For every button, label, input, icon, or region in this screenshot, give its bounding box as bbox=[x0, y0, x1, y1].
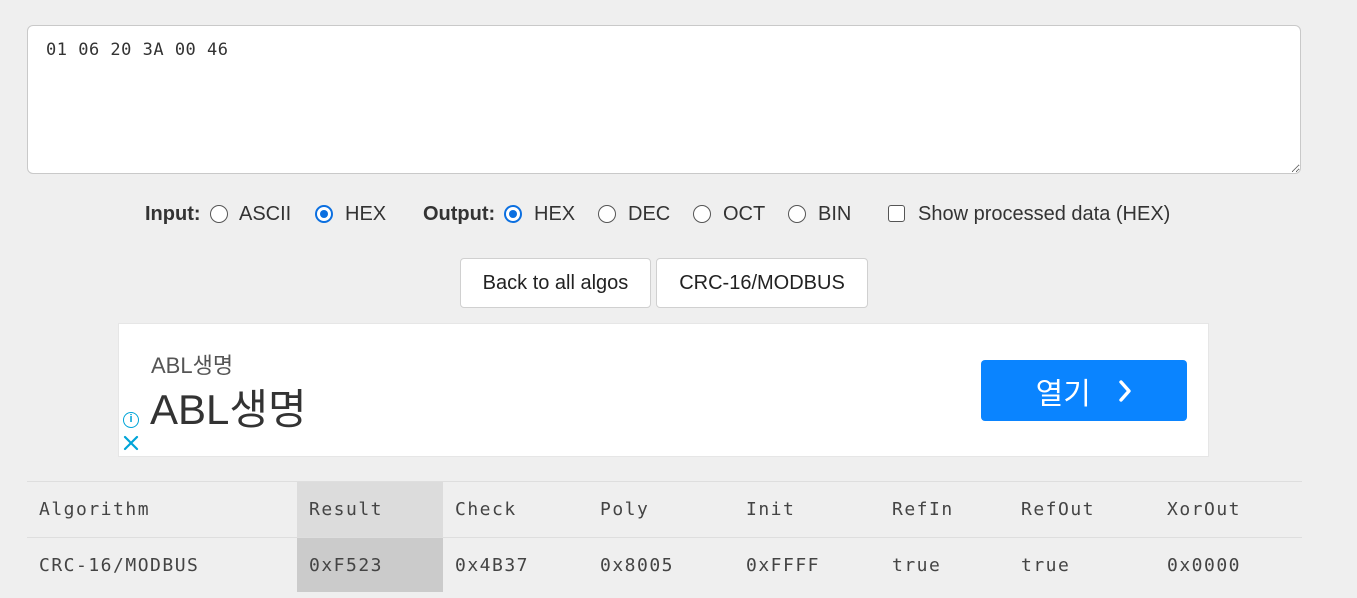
cell-check: 0x4B37 bbox=[455, 554, 530, 576]
input-hex-label[interactable]: HEX bbox=[345, 198, 386, 230]
input-hex-radio[interactable] bbox=[315, 205, 333, 223]
table-header-row: Algorithm Result Check Poly Init RefIn R… bbox=[27, 481, 1302, 538]
results-table: Algorithm Result Check Poly Init RefIn R… bbox=[27, 481, 1302, 592]
header-refout: RefOut bbox=[1009, 481, 1155, 538]
crc-calculator-page: 01 06 20 3A 00 46 Input: ASCII HEX Outpu… bbox=[0, 0, 1357, 598]
header-xorout: XorOut bbox=[1155, 481, 1302, 538]
format-options: Input: ASCII HEX Output: HEX DEC OCT BIN… bbox=[0, 198, 1357, 230]
algorithm-button[interactable]: CRC-16/MODBUS bbox=[656, 258, 868, 308]
header-algorithm: Algorithm bbox=[27, 481, 297, 538]
output-oct-radio[interactable] bbox=[693, 205, 711, 223]
table-row: CRC-16/MODBUS 0xF523 0x4B37 0x8005 0xFFF… bbox=[27, 537, 1302, 592]
output-bin-radio[interactable] bbox=[788, 205, 806, 223]
cell-xorout: 0x0000 bbox=[1167, 554, 1242, 576]
output-dec-label[interactable]: DEC bbox=[628, 198, 670, 230]
input-ascii-radio[interactable] bbox=[210, 205, 228, 223]
header-poly: Poly bbox=[588, 481, 734, 538]
cell-poly: 0x8005 bbox=[600, 554, 675, 576]
ad-banner[interactable]: ABL생명 ABL생명 i 열기 bbox=[118, 323, 1209, 457]
show-processed-label[interactable]: Show processed data (HEX) bbox=[918, 198, 1170, 230]
header-init: Init bbox=[734, 481, 880, 538]
output-bin-label[interactable]: BIN bbox=[818, 198, 851, 230]
show-processed-checkbox[interactable] bbox=[888, 205, 905, 222]
output-dec-radio[interactable] bbox=[598, 205, 616, 223]
cell-algorithm: CRC-16/MODBUS bbox=[39, 554, 200, 576]
cell-result: 0xF523 bbox=[297, 537, 443, 592]
data-input[interactable]: 01 06 20 3A 00 46 bbox=[27, 25, 1301, 174]
ad-open-button[interactable]: 열기 bbox=[981, 360, 1187, 421]
close-icon[interactable] bbox=[123, 435, 139, 451]
cell-refout: true bbox=[1021, 554, 1071, 576]
back-to-all-algos-button[interactable]: Back to all algos bbox=[460, 258, 651, 308]
ad-open-label: 열기 bbox=[1035, 376, 1091, 412]
header-check: Check bbox=[443, 481, 588, 538]
ad-title: ABL생명 bbox=[150, 386, 307, 433]
header-result: Result bbox=[297, 481, 443, 538]
input-format-label: Input: bbox=[145, 203, 201, 225]
cell-init: 0xFFFF bbox=[746, 554, 821, 576]
output-hex-label[interactable]: HEX bbox=[534, 198, 575, 230]
output-hex-radio[interactable] bbox=[504, 205, 522, 223]
header-refin: RefIn bbox=[880, 481, 1009, 538]
input-ascii-label[interactable]: ASCII bbox=[239, 198, 291, 230]
output-format-label: Output: bbox=[423, 203, 496, 225]
chevron-right-icon bbox=[1119, 379, 1132, 402]
output-oct-label[interactable]: OCT bbox=[723, 198, 765, 230]
cell-refin: true bbox=[892, 554, 942, 576]
info-icon[interactable]: i bbox=[123, 412, 139, 428]
